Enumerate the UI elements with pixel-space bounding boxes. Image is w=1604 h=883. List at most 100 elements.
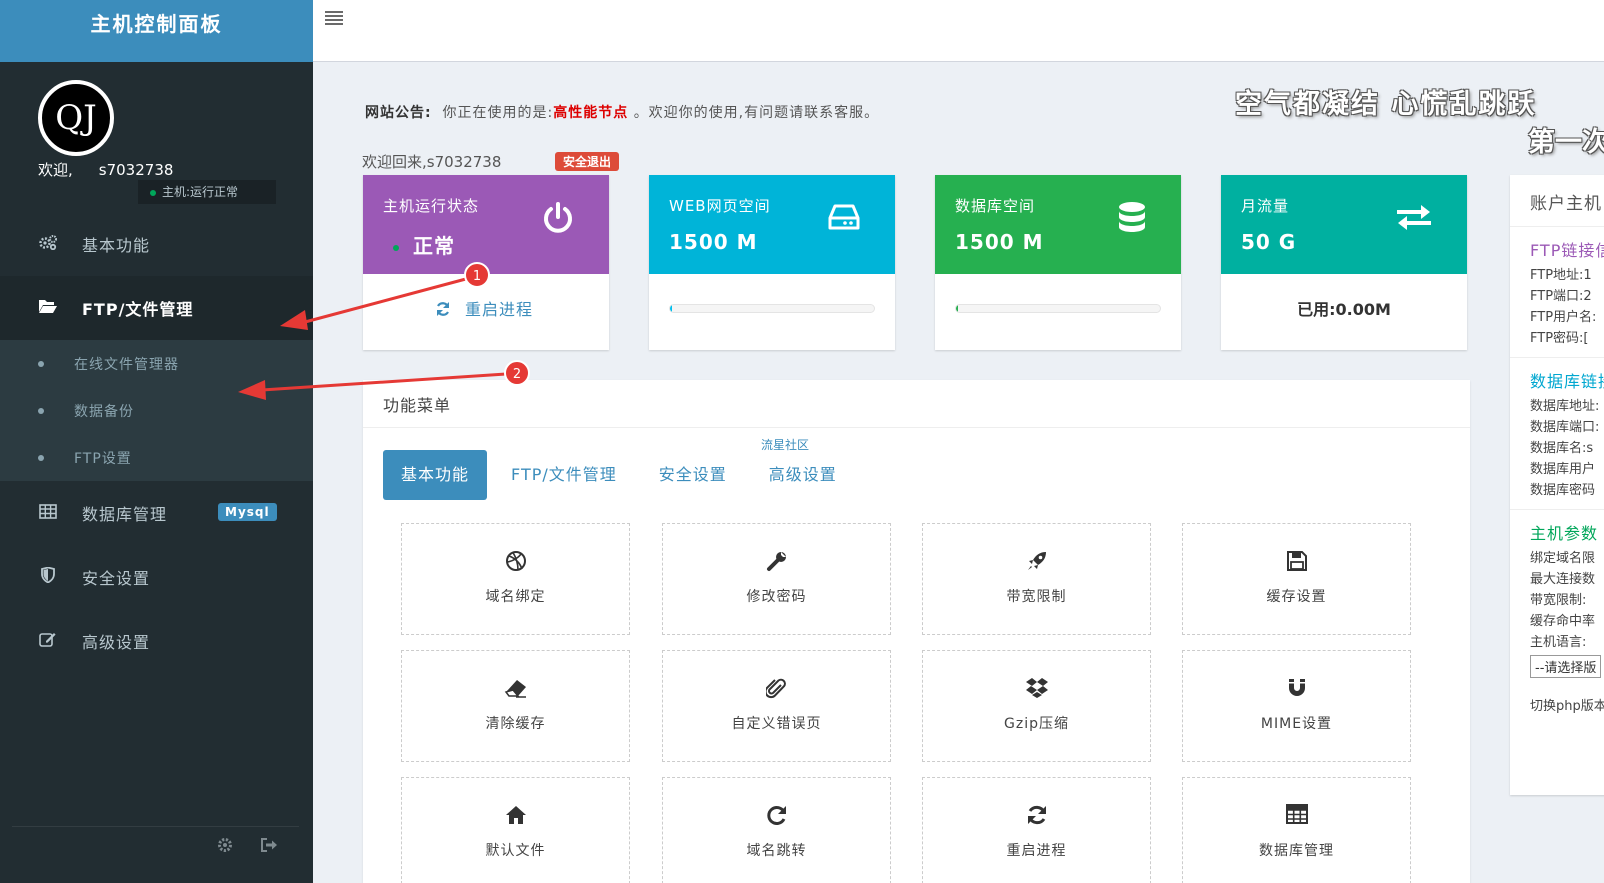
sidebar-item-label: 安全设置	[82, 569, 151, 588]
db-space-progress	[955, 304, 1161, 313]
cache-hit-rate: 缓存命中率	[1530, 614, 1596, 629]
card-monthly-traffic: 月流量 50 G 已用:0.00M	[1221, 175, 1467, 350]
grid-item-label: 带宽限制	[1006, 589, 1067, 605]
username: s7032738	[98, 161, 174, 179]
progress-fill	[956, 305, 959, 312]
logout-button[interactable]: 安全退出	[555, 152, 620, 171]
notice-text: 你正在使用的是:	[442, 105, 554, 121]
hdd-icon	[827, 201, 861, 241]
ftp-address: FTP地址:1	[1530, 268, 1592, 283]
grid-item-mime[interactable]: MIME设置	[1182, 650, 1411, 762]
grid-item-domain-redirect[interactable]: 域名跳转	[662, 777, 891, 883]
sidebar-item-database[interactable]: 数据库管理 Mysql	[0, 481, 313, 545]
dropbox-icon	[923, 677, 1150, 705]
sidebar: 主机控制面板 QJ 欢迎, s7032738 主机:运行正常 基本功能 FTP/文…	[0, 0, 313, 883]
notice-highlight: 高性能节点	[553, 105, 629, 121]
grid-item-cache-settings[interactable]: 缓存设置	[1182, 523, 1411, 635]
ftp-submenu: 在线文件管理器 数据备份 FTP设置	[0, 340, 313, 481]
bullet-icon	[38, 454, 44, 461]
grid-item-clear-cache[interactable]: 清除缓存	[401, 650, 630, 762]
php-version-select[interactable]: --请选择版	[1530, 655, 1602, 678]
restart-process-button[interactable]: 重启进程	[435, 296, 533, 320]
sidebar-item-label: 基本功能	[82, 236, 151, 255]
grid-item-default-file[interactable]: 默认文件	[401, 777, 630, 883]
grid-item-label: 重启进程	[1006, 843, 1067, 859]
bullet-icon	[38, 360, 44, 367]
magnet-icon	[1183, 677, 1410, 705]
card-db-space: 数据库空间 1500 M	[935, 175, 1181, 350]
grid-item-label: 默认文件	[485, 843, 546, 859]
sidebar-item-advanced[interactable]: 高级设置	[0, 609, 313, 673]
grid-item-label: Gzip压缩	[1004, 716, 1069, 732]
sidebar-menu: 基本功能 FTP/文件管理 在线文件管理器 数据备份 FTP设置 数据库管理 M…	[0, 212, 313, 673]
grid-item-custom-error-page[interactable]: 自定义错误页	[662, 650, 891, 762]
bandwidth-limit: 带宽限制:	[1530, 593, 1587, 608]
save-icon	[1183, 550, 1410, 578]
table-icon	[38, 503, 58, 523]
traffic-used-text: 已用:0.00M	[1297, 300, 1391, 319]
grid-item-label: MIME设置	[1260, 716, 1333, 732]
db-user: 数据库用户	[1530, 462, 1596, 477]
ftp-info-section: FTP链接信 FTP地址:1 FTP端口:2 FTP用户名: FTP密码:[	[1510, 227, 1604, 358]
annotation-badge-2: 2	[504, 360, 530, 386]
status-dot-icon	[150, 189, 156, 196]
annotation-badge-1: 1	[464, 262, 490, 288]
redo-icon	[663, 804, 890, 832]
submenu-item-backup[interactable]: 数据备份	[0, 387, 313, 434]
card-footer: 重启进程	[363, 274, 609, 350]
host-params-title: 主机参数	[1530, 524, 1599, 543]
submenu-item-ftp-settings[interactable]: FTP设置	[0, 434, 313, 481]
db-info-section: 数据库链接 数据库地址: 数据库端口: 数据库名:s 数据库用户 数据库密码	[1510, 358, 1604, 510]
sidebar-item-ftp[interactable]: FTP/文件管理	[0, 276, 313, 340]
tab-basic[interactable]: 基本功能	[383, 450, 488, 500]
wrench-icon	[663, 550, 890, 578]
refresh-icon	[923, 804, 1150, 832]
host-language: 主机语言:	[1530, 635, 1587, 650]
tab-ftp[interactable]: FTP/文件管理	[493, 450, 635, 500]
welcome-text: 欢迎, s7032738	[38, 159, 173, 180]
sidebar-item-label: FTP/文件管理	[82, 300, 194, 319]
home-icon	[402, 804, 629, 832]
grid-item-domain-binding[interactable]: 域名绑定	[401, 523, 630, 635]
grid-item-label: 自定义错误页	[731, 716, 822, 732]
grid-item-gzip[interactable]: Gzip压缩	[922, 650, 1151, 762]
account-info-panel: 账户主机 FTP链接信 FTP地址:1 FTP端口:2 FTP用户名: FTP密…	[1510, 175, 1604, 795]
host-params-section: 主机参数 绑定域名限 最大连接数 带宽限制: 缓存命中率 主机语言: --请选择…	[1510, 510, 1604, 725]
sign-out-icon[interactable]	[260, 837, 278, 857]
site-notice: 网站公告: 你正在使用的是:高性能节点 。欢迎你的使用,有问题请联系客服。	[365, 102, 879, 122]
restart-label: 重启进程	[465, 300, 534, 319]
grid-item-bandwidth-limit[interactable]: 带宽限制	[922, 523, 1151, 635]
sidebar-item-security[interactable]: 安全设置	[0, 545, 313, 609]
account-panel-title: 账户主机	[1510, 175, 1604, 227]
submenu-label: 数据备份	[74, 403, 134, 420]
submenu-item-file-manager[interactable]: 在线文件管理器	[0, 340, 313, 387]
submenu-label: FTP设置	[74, 450, 132, 467]
avatar[interactable]: QJ	[38, 80, 114, 156]
notice-label: 网站公告:	[365, 105, 432, 121]
grid-item-label: 清除缓存	[485, 716, 546, 732]
tab-advanced[interactable]: 高级设置	[751, 450, 855, 500]
cogs-icon	[38, 234, 58, 254]
tab-security[interactable]: 安全设置	[641, 450, 745, 500]
grid-item-database-management[interactable]: 数据库管理	[1182, 777, 1411, 883]
card-header: 月流量 50 G	[1221, 175, 1467, 274]
marquee-text-2: 第一次	[1528, 127, 1604, 158]
db-password: 数据库密码	[1530, 483, 1596, 498]
welcome-label: 欢迎,	[38, 161, 73, 179]
sidebar-item-basic[interactable]: 基本功能	[0, 212, 313, 276]
gear-icon[interactable]	[217, 837, 233, 857]
hamburger-icon[interactable]	[325, 10, 343, 31]
card-footer	[649, 274, 895, 350]
power-icon	[541, 201, 575, 244]
panel-title: 功能菜单	[363, 380, 1470, 428]
folder-open-icon	[38, 298, 58, 318]
db-address: 数据库地址:	[1530, 399, 1600, 414]
grid-item-change-password[interactable]: 修改密码	[662, 523, 891, 635]
card-footer	[935, 274, 1181, 350]
logo-title[interactable]: 主机控制面板	[0, 0, 313, 62]
status-dot-icon	[393, 244, 399, 251]
card-web-space: WEB网页空间 1500 M	[649, 175, 895, 350]
submenu-label: 在线文件管理器	[74, 356, 179, 373]
host-status-text: 主机:运行正常	[162, 185, 239, 199]
grid-item-restart-process[interactable]: 重启进程	[922, 777, 1151, 883]
